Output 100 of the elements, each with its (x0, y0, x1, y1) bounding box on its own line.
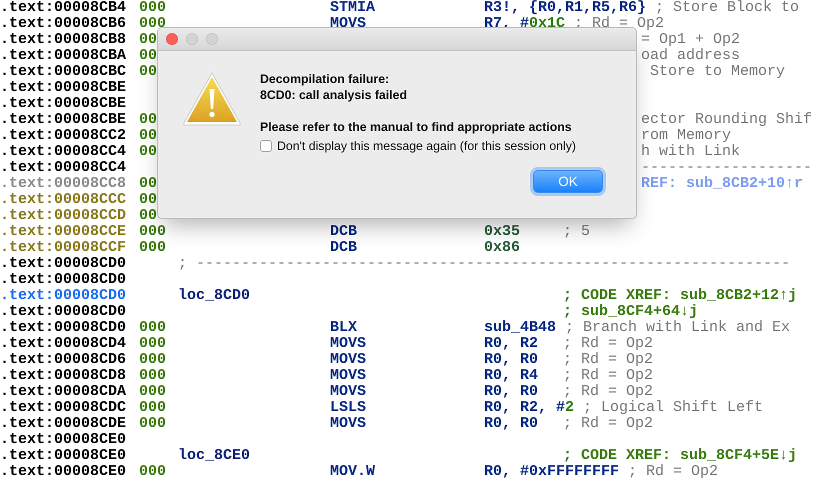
mnemonic-text: MOVS (330, 415, 366, 432)
byte-count-text: 00 (139, 111, 158, 128)
byte-count-text: 000 (139, 239, 166, 256)
mnemonic-text: MOVS (330, 335, 366, 352)
address-text: .text:00008CD6 (0, 351, 126, 368)
address-text: .text:00008CCC (0, 191, 126, 208)
operand-text: 0x86 (484, 240, 522, 256)
operand-text: R0, R2 (484, 336, 540, 352)
address-text: .text:00008CC2 (0, 127, 126, 144)
operand-text: sub_4B48 (484, 320, 556, 336)
mnemonic-text: STMIA (330, 0, 376, 16)
comment-text: = Op1 + Op2 (641, 32, 740, 48)
mnemonic-text: MOVS (330, 367, 366, 384)
address-text: .text:00008CDC (0, 399, 126, 416)
byte-count-text: 000 (139, 383, 166, 400)
byte-count-text: 000 (139, 0, 166, 16)
separator-comment: ------------------- (641, 160, 812, 176)
operand-text: R3!, {R0,R1,R5,R6} (484, 0, 646, 16)
operand-text: R0, R4 (484, 368, 540, 384)
byte-count-text: 00 (139, 31, 158, 48)
address-text: .text:00008CB4 (0, 0, 126, 16)
address-text: .text:00008CC4 (0, 143, 126, 160)
operand-text: R7, #0x1C (484, 16, 566, 32)
comment-text: ; Rd = Op2 (563, 336, 654, 352)
mnemonic-text: DCB (330, 239, 358, 256)
comment-text: h with Link (641, 144, 740, 160)
address-text: .text:00008CDE (0, 415, 126, 432)
comment-text: ; CODE XREF: sub_8CF4+5E↓j (563, 448, 798, 464)
address-text: .text:00008CD4 (0, 335, 126, 352)
comment-text: ; Store Block to (655, 0, 800, 16)
address-text: .text:00008CD0 (0, 303, 126, 320)
comment-text: oad address (641, 48, 740, 64)
message-text: 8CD0: call analysis failed (260, 87, 407, 103)
address-text: .text:00008CD0 (0, 255, 126, 272)
comment-text: ; Rd = Op2 (563, 352, 654, 368)
comment-text: ; Rd = Op2 (563, 384, 654, 400)
mnemonic-text: MOVS (330, 383, 366, 400)
comment-text: ; Rd = Op2 (628, 464, 718, 480)
comment-text: ; Rd = Op2 (563, 368, 654, 384)
comment-text: rom Memory (641, 128, 732, 144)
address-text: .text:00008CD0 (0, 271, 126, 288)
operand-text: R0, R2, #2 (484, 400, 574, 416)
byte-count-text: 000 (139, 319, 166, 336)
address-text: .text:00008CC8 (0, 175, 126, 192)
byte-count-text: 000 (139, 223, 166, 240)
address-text: .text:00008CB6 (0, 15, 126, 32)
address-text: .text:00008CCE (0, 223, 126, 240)
message-text: Decompilation failure: (260, 71, 390, 87)
operand-text: R0, #0xFFFFFFFF (484, 464, 620, 480)
address-text: .text:00008CD0 (0, 319, 126, 336)
operand-text: 0x35 (484, 224, 522, 240)
comment-text: Store to Memory (649, 64, 786, 80)
byte-count-text: 000 (139, 415, 166, 432)
address-text: .text:00008CBE (0, 111, 126, 128)
address-text: .text:00008CE0 (0, 447, 126, 464)
comment-text: ; Logical Shift Left (583, 400, 764, 416)
address-text: .text:00008CCF (0, 239, 126, 256)
mnemonic-text: MOVS (330, 351, 366, 368)
address-text: .text:00008CD0 (0, 287, 126, 304)
byte-count-text: 000 (139, 351, 166, 368)
byte-count-text: 00 (139, 127, 158, 144)
comment-text: ; CODE XREF: sub_8CB2+12↑j (563, 288, 798, 304)
byte-count-text: 000 (139, 399, 166, 416)
code-label[interactable]: loc_8CD0 (178, 287, 250, 304)
mnemonic-text: MOV.W (330, 463, 376, 480)
comment-text: ; 5 (563, 224, 590, 240)
mnemonic-text: BLX (330, 319, 358, 336)
address-text: .text:00008CE0 (0, 431, 126, 448)
address-text: .text:00008CBC (0, 63, 126, 80)
code-label[interactable]: loc_8CE0 (178, 447, 250, 464)
warning-icon (182, 71, 242, 127)
mnemonic-text: DCB (330, 223, 358, 240)
checkbox-label[interactable]: Don't display this message again (for this session only) (277, 139, 576, 153)
comment-text: REF: sub_8CB2+10↑r (641, 176, 804, 192)
byte-count-text: 000 (139, 463, 166, 480)
address-text: .text:00008CCD (0, 207, 126, 224)
address-text: .text:00008CDA (0, 383, 126, 400)
operand-text: R0, R0 (484, 352, 540, 368)
byte-count-text: 000 (139, 15, 166, 32)
address-text: .text:00008CD8 (0, 367, 126, 384)
close-button[interactable] (166, 33, 178, 45)
byte-count-text: 00 (139, 47, 158, 64)
instruction-text: Please refer to the manual to find appropriate actions (260, 119, 572, 135)
comment-text: ; Rd = Op2 (563, 416, 654, 432)
byte-count-text: 00 (139, 63, 158, 80)
separator-comment: ; ------------------------------------------------------------------ (178, 256, 790, 272)
address-text: .text:00008CBE (0, 79, 126, 96)
byte-count-text: 00 (139, 207, 158, 224)
byte-count-text: 000 (139, 367, 166, 384)
comment-text: ; Branch with Link and Ex (565, 320, 790, 336)
mnemonic-text: LSLS (330, 399, 366, 416)
checkbox[interactable] (260, 140, 272, 152)
mnemonic-text: MOVS (330, 15, 366, 32)
byte-count-text: 00 (139, 143, 158, 160)
operand-text: R0, R0 (484, 384, 540, 400)
byte-count-text: 00 (139, 191, 158, 208)
operand-text: R0, R0 (484, 416, 540, 432)
byte-count-text: 000 (139, 335, 166, 352)
address-text: .text:00008CC4 (0, 159, 126, 176)
address-text: .text:00008CBA (0, 47, 126, 64)
